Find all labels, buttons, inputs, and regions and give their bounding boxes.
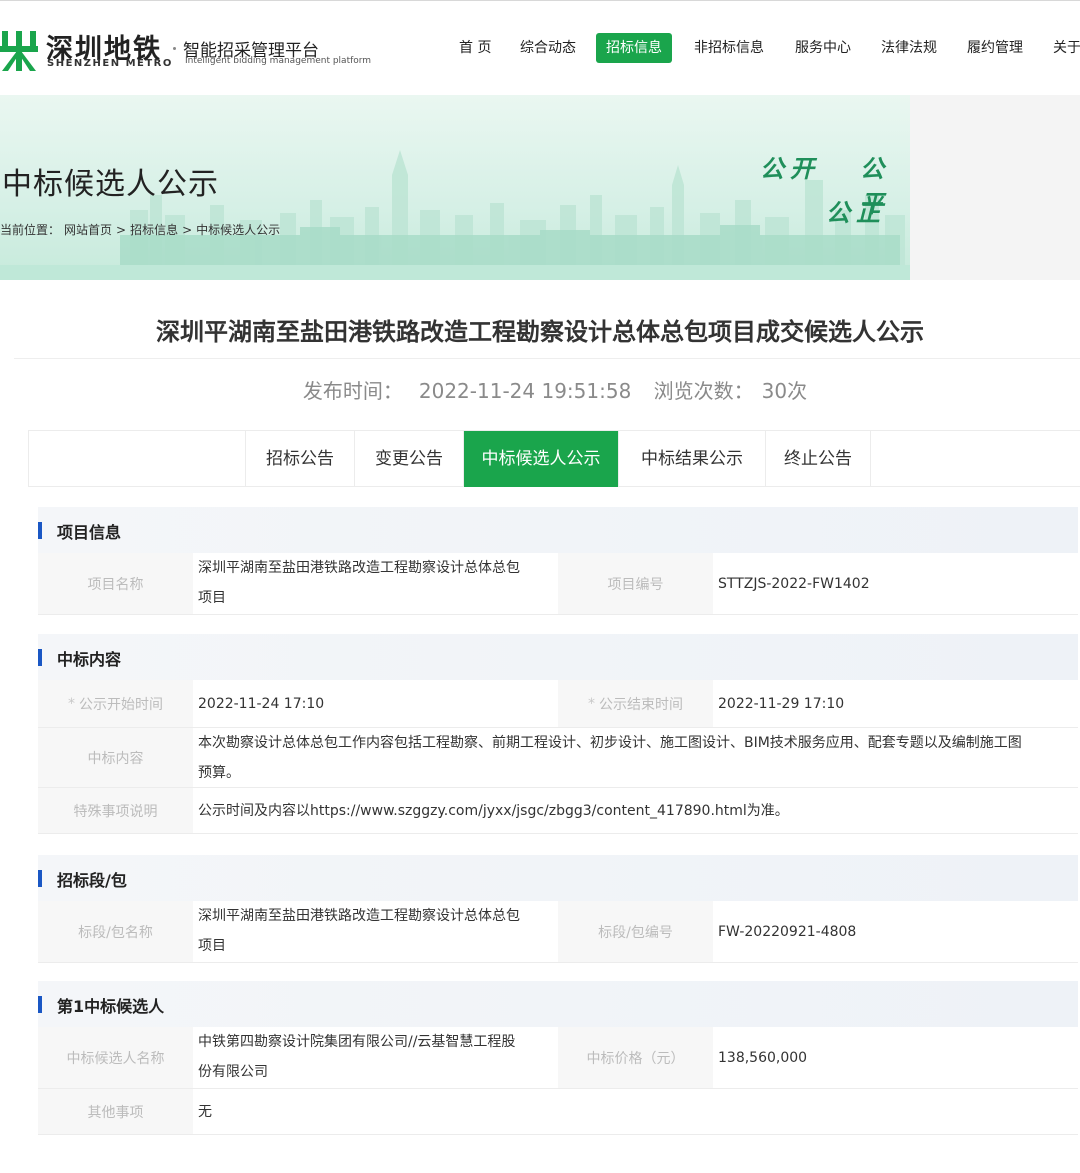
banner-side-area — [910, 95, 1080, 280]
breadcrumb-separator: > — [182, 223, 193, 237]
section-heading: 招标段/包 — [57, 871, 127, 890]
candidate-info-row: 中标候选人名称 中铁第四勘察设计院集团有限公司//云基智慧工程股 份有限公司 中… — [38, 1027, 1078, 1089]
breadcrumb: 当前位置： 网站首页 > 招标信息 > 中标候选人公示 — [0, 221, 284, 238]
lot-info-row: 标段/包名称 深圳平湖南至盐田港铁路改造工程勘察设计总体总包 项目 标段/包编号… — [38, 901, 1078, 963]
bid-content-line2: 预算。 — [198, 765, 240, 781]
section-heading: 项目信息 — [57, 523, 122, 542]
notice-title: 深圳平湖南至盐田港铁路改造工程勘察设计总体总包项目成交候选人公示 — [156, 318, 924, 346]
special-notes-label: 特殊事项说明 — [38, 788, 193, 833]
candidate-name-line2: 份有限公司 — [198, 1064, 268, 1080]
section-marker — [38, 649, 42, 666]
end-time-value: 2022-11-29 17:10 — [718, 695, 845, 712]
candidate-name-value: 中铁第四勘察设计院集团有限公司//云基智慧工程股 份有限公司 — [194, 1027, 557, 1088]
project-name-value: 深圳平湖南至盐田港铁路改造工程勘察设计总体总包 项目 — [194, 553, 557, 614]
project-code-value: STTZJS-2022-FW1402 — [718, 575, 870, 592]
notice-meta: 发布时间： 2022-11-24 19:51:58 浏览次数： 30次 — [0, 375, 1080, 404]
nav-item-news[interactable]: 综合动态 — [520, 33, 576, 63]
nav-item-bidding-info[interactable]: 招标信息 — [596, 33, 672, 63]
bid-period-row: * 公示开始时间 2022-11-24 17:10 * 公示结束时间 2022-11… — [38, 680, 1078, 728]
breadcrumb-home[interactable]: 网站首页 — [64, 223, 112, 237]
banner-title: 中标候选人公示 — [2, 167, 219, 202]
lot-name-line2: 项目 — [198, 938, 226, 954]
lot-code-value: FW-20220921-4808 — [718, 923, 857, 940]
main-nav: 首 页 综合动态 招标信息 非招标信息 服务中心 法律法规 履约管理 关于 — [0, 33, 1080, 63]
section-heading: 中标内容 — [57, 650, 122, 669]
publish-time: 2022-11-24 19:51:58 — [418, 379, 632, 403]
nav-item-home[interactable]: 首 页 — [459, 33, 491, 63]
project-name-line1: 深圳平湖南至盐田港铁路改造工程勘察设计总体总包 — [198, 560, 520, 576]
title-divider — [14, 358, 1080, 359]
lot-name-value: 深圳平湖南至盐田港铁路改造工程勘察设计总体总包 项目 — [194, 901, 557, 962]
special-notes-value[interactable]: 公示时间及内容以https://www.szggzy.com/jyxx/jsgc… — [194, 788, 1078, 833]
section-marker — [38, 522, 42, 539]
section-bid-content: 中标内容 — [38, 634, 1078, 680]
other-matters-value: 无 — [198, 1103, 212, 1120]
tab-termination-notice[interactable]: 终止公告 — [765, 431, 871, 487]
tab-candidate-notice[interactable]: 中标候选人公示 — [463, 431, 618, 487]
nav-item-contract-management[interactable]: 履约管理 — [967, 33, 1023, 63]
project-name-label: 项目名称 — [38, 553, 193, 614]
breadcrumb-current: 中标候选人公示 — [196, 223, 281, 237]
bid-price-value: 138,560,000 — [718, 1049, 808, 1066]
slogan-open: 公开 — [760, 155, 820, 183]
end-time-label: * 公示结束时间 — [558, 680, 713, 727]
bid-price-label: 中标价格（元） — [558, 1027, 713, 1088]
section-marker — [38, 870, 42, 887]
candidate-name-line1: 中铁第四勘察设计院集团有限公司//云基智慧工程股 — [198, 1034, 516, 1050]
lot-name-label: 标段/包名称 — [38, 901, 193, 962]
section-marker — [38, 996, 42, 1013]
nav-item-about[interactable]: 关于 — [1053, 33, 1080, 63]
publish-time-label: 发布时间： — [302, 379, 403, 403]
bid-content-value: 本次勘察设计总体总包工作内容包括工程勘察、前期工程设计、初步设计、施工图设计、B… — [194, 728, 1078, 787]
bid-content-row: 中标内容 本次勘察设计总体总包工作内容包括工程勘察、前期工程设计、初步设计、施工… — [38, 728, 1078, 788]
start-time-value: 2022-11-24 17:10 — [198, 695, 325, 712]
other-matters-row: 其他事项 无 — [38, 1089, 1078, 1135]
special-notes-row: 特殊事项说明 公示时间及内容以https://www.szggzy.com/jy… — [38, 788, 1078, 834]
lot-code-label: 标段/包编号 — [558, 901, 713, 962]
tab-result-notice[interactable]: 中标结果公示 — [618, 431, 765, 487]
other-matters-label: 其他事项 — [38, 1089, 193, 1134]
view-count-label: 浏览次数： — [653, 379, 754, 403]
project-code-label: 项目编号 — [558, 553, 713, 614]
tab-tender-announcement[interactable]: 招标公告 — [245, 431, 354, 487]
start-time-label: * 公示开始时间 — [38, 680, 193, 727]
start-time-label-text: 公示开始时间 — [79, 696, 163, 713]
project-info-row: 项目名称 深圳平湖南至盐田港铁路改造工程勘察设计总体总包 项目 项目编号 STT… — [38, 553, 1078, 615]
breadcrumb-prefix: 当前位置： — [0, 223, 61, 237]
end-time-label-text: 公示结束时间 — [599, 696, 683, 713]
lot-name-line1: 深圳平湖南至盐田港铁路改造工程勘察设计总体总包 — [198, 908, 520, 924]
breadcrumb-separator: > — [116, 223, 127, 237]
breadcrumb-bidding-info[interactable]: 招标信息 — [130, 223, 178, 237]
site-header: 深圳地铁 SHENZHEN METRO 智能招采管理平台 Intelligent… — [0, 0, 1080, 95]
tab-change-announcement[interactable]: 变更公告 — [354, 431, 463, 487]
nav-item-non-bidding-info[interactable]: 非招标信息 — [694, 33, 764, 63]
required-mark: * — [68, 695, 75, 712]
page-banner: 中标候选人公示 当前位置： 网站首页 > 招标信息 > 中标候选人公示 公开 公平 公正 — [0, 95, 910, 280]
required-mark: * — [588, 695, 595, 712]
project-name-line2: 项目 — [198, 590, 226, 606]
notice-tabs: 招标公告 变更公告 中标候选人公示 中标结果公示 终止公告 — [28, 430, 1080, 487]
nav-item-service-center[interactable]: 服务中心 — [795, 33, 851, 63]
bid-content-label: 中标内容 — [38, 728, 193, 787]
section-project-info: 项目信息 — [38, 507, 1078, 553]
nav-item-laws[interactable]: 法律法规 — [881, 33, 937, 63]
slogan-just: 公正 — [826, 199, 886, 227]
view-count: 30次 — [761, 379, 808, 403]
bid-content-line1: 本次勘察设计总体总包工作内容包括工程勘察、前期工程设计、初步设计、施工图设计、B… — [198, 735, 1022, 751]
section-candidate: 第1中标候选人 — [38, 981, 1078, 1027]
section-lot: 招标段/包 — [38, 855, 1078, 901]
section-heading: 第1中标候选人 — [57, 997, 165, 1016]
candidate-name-label: 中标候选人名称 — [38, 1027, 193, 1088]
